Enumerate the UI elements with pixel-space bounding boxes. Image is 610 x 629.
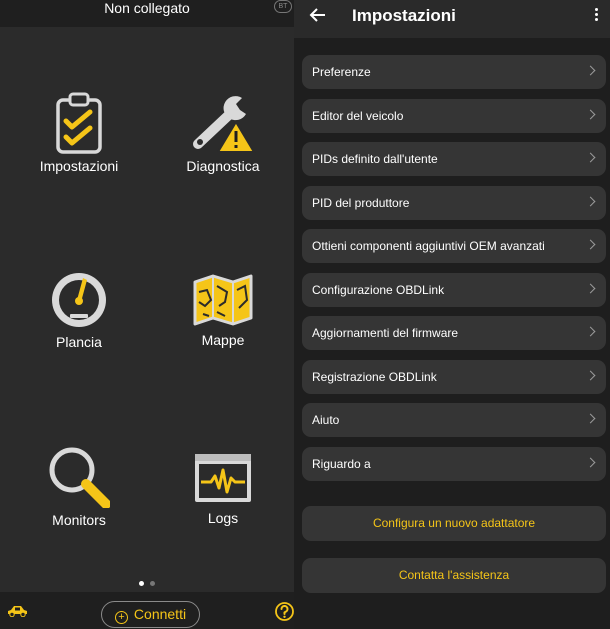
chevron-right-icon xyxy=(585,239,596,250)
menu-item-label: Aiuto xyxy=(312,413,340,427)
chevron-right-icon xyxy=(585,326,596,337)
page-indicator xyxy=(0,573,294,591)
menu-item-label: PIDs definito dall'utente xyxy=(312,152,438,166)
gauge-icon xyxy=(52,273,106,327)
menu-item-preferenze[interactable]: Preferenze xyxy=(302,55,606,89)
settings-screen: Impostazioni Preferenze Editor del veico… xyxy=(294,0,610,629)
waveform-log-icon xyxy=(195,454,251,502)
magnifier-icon xyxy=(49,447,110,508)
bluetooth-badge: BT xyxy=(274,0,292,13)
chevron-right-icon xyxy=(585,370,596,381)
menu-item-label: Ottieni componenti aggiuntivi OEM avanza… xyxy=(312,239,545,253)
chevron-right-icon xyxy=(585,283,596,294)
tile-diagnostica[interactable]: Diagnostica xyxy=(153,92,293,174)
chevron-right-icon xyxy=(585,65,596,76)
status-bar: Non collegato BT xyxy=(0,0,294,27)
tile-label: Impostazioni xyxy=(39,158,119,174)
app-bar: Impostazioni xyxy=(294,0,610,38)
connect-button[interactable]: + Connetti xyxy=(101,601,200,628)
chevron-right-icon xyxy=(585,196,596,207)
page-dot-active xyxy=(139,581,144,586)
plus-icon: + xyxy=(114,611,128,624)
menu-item-label: Preferenze xyxy=(312,65,371,79)
chevron-right-icon xyxy=(585,413,596,424)
menu-item-firmware[interactable]: Aggiornamenti del firmware xyxy=(302,316,606,350)
menu-item-pid-produttore[interactable]: PID del produttore xyxy=(302,186,606,220)
tile-impostazioni[interactable]: Impostazioni xyxy=(9,92,149,174)
menu-item-riguardo[interactable]: Riguardo a xyxy=(302,447,606,481)
tile-mappe[interactable]: Mappe xyxy=(153,272,293,348)
menu-item-registrazione[interactable]: Registrazione OBDLink xyxy=(302,360,606,394)
tile-label: Monitors xyxy=(52,512,106,528)
menu-item-label: Editor del veicolo xyxy=(312,109,404,123)
tile-plancia[interactable]: Plancia xyxy=(9,270,149,350)
home-screen: Non collegato BT Impostazioni Diagnostic… xyxy=(0,0,294,629)
connect-label: Connetti xyxy=(133,606,187,622)
bottom-bar: + Connetti xyxy=(0,592,294,629)
menu-item-label: PID del produttore xyxy=(312,196,410,210)
page-dot xyxy=(150,581,155,586)
tile-label: Mappe xyxy=(201,332,245,348)
car-icon[interactable] xyxy=(6,605,28,617)
menu-item-oem-addons[interactable]: Ottieni componenti aggiuntivi OEM avanza… xyxy=(302,229,606,263)
menu-item-configurazione-obdlink[interactable]: Configurazione OBDLink xyxy=(302,273,606,307)
configure-adapter-button[interactable]: Configura un nuovo adattatore xyxy=(302,506,606,541)
kebab-menu-icon[interactable] xyxy=(590,6,602,26)
arrow-left-icon[interactable] xyxy=(308,5,328,25)
contact-support-button[interactable]: Contatta l'assistenza xyxy=(302,558,606,593)
tile-label: Logs xyxy=(207,510,239,526)
menu-item-label: Configurazione OBDLink xyxy=(312,283,445,297)
menu-item-label: Aggiornamenti del firmware xyxy=(312,326,459,340)
map-icon xyxy=(193,274,253,326)
menu-item-label: Riguardo a xyxy=(312,457,371,471)
tile-logs[interactable]: Logs xyxy=(153,452,293,526)
menu-item-aiuto[interactable]: Aiuto xyxy=(302,403,606,437)
menu-item-pids-utente[interactable]: PIDs definito dall'utente xyxy=(302,142,606,176)
tile-monitors[interactable]: Monitors xyxy=(9,446,149,528)
connection-status: Non collegato xyxy=(104,0,190,16)
wrench-warning-icon xyxy=(193,96,256,153)
clipboard-checklist-icon xyxy=(56,92,102,154)
chevron-right-icon xyxy=(585,152,596,163)
tile-label: Diagnostica xyxy=(186,158,260,174)
help-icon[interactable] xyxy=(275,602,294,621)
tile-label: Plancia xyxy=(56,334,102,350)
menu-item-editor-veicolo[interactable]: Editor del veicolo xyxy=(302,99,606,133)
chevron-right-icon xyxy=(585,109,596,120)
page-title: Impostazioni xyxy=(352,6,456,25)
menu-item-label: Registrazione OBDLink xyxy=(312,370,437,384)
chevron-right-icon xyxy=(585,457,596,468)
